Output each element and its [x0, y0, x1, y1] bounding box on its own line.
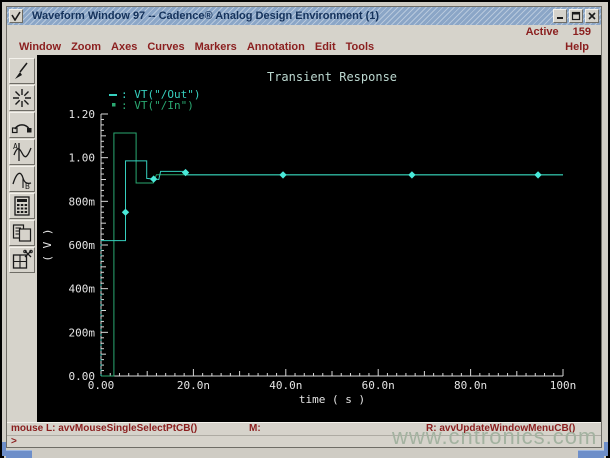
resize-handle-bottom-left[interactable] [6, 450, 32, 458]
waveform-window: Waveform Window 97 -- Cadence® Analog De… [0, 0, 610, 458]
vertical-marker-icon: A [13, 142, 32, 161]
menu-item-axes[interactable]: Axes [111, 41, 137, 53]
bottom-frame [4, 450, 606, 458]
window-frame: Waveform Window 97 -- Cadence® Analog De… [2, 2, 608, 458]
x-axis-label: time ( s ) [299, 393, 365, 406]
data-point-marker[interactable] [279, 171, 287, 179]
window-title: Waveform Window 97 -- Cadence® Analog De… [32, 10, 380, 22]
resize-handle-left-edge[interactable] [2, 442, 6, 456]
active-status-row: Active 159 [7, 25, 601, 38]
svg-text:600m: 600m [69, 239, 96, 252]
menu-bar: Window Zoom Axes Curves Markers Annotation Edi… [7, 38, 601, 55]
trace-VT("/In")[interactable] [101, 132, 563, 377]
resize-handle-right-edge[interactable] [604, 442, 608, 456]
curve-tool-button[interactable] [9, 112, 35, 138]
window-menu-button[interactable] [9, 9, 23, 23]
data-point-marker[interactable] [408, 171, 416, 179]
calculator-tool-button[interactable] [9, 193, 35, 219]
maximize-icon [571, 11, 581, 21]
minimize-button[interactable] [553, 9, 567, 23]
window-inner: Waveform Window 97 -- Cadence® Analog De… [6, 6, 602, 448]
menu-item-help[interactable]: Help [565, 38, 589, 55]
title-bar[interactable]: Waveform Window 97 -- Cadence® Analog De… [7, 7, 601, 25]
watermark: www.cntronics.com [392, 424, 598, 449]
prompt-symbol: > [11, 436, 17, 447]
close-button[interactable] [585, 9, 599, 23]
starburst-icon [13, 89, 31, 107]
zoom-fit-tool-button[interactable] [9, 85, 35, 111]
svg-text:400m: 400m [69, 283, 96, 296]
window-menu-check-icon [11, 11, 21, 21]
svg-text:40.0n: 40.0n [269, 379, 302, 392]
svg-text:200m: 200m [69, 326, 96, 339]
svg-text:800m: 800m [69, 195, 96, 208]
svg-text:20.0n: 20.0n [177, 379, 210, 392]
active-label: Active [525, 25, 559, 38]
plot-svg: 0.00 20.0n 40.0n 60.0n 80.0n 100n0.00200m400m… [41, 70, 577, 406]
main-area: A B 0.00 20.0n 40.0n 60.0n 80.0n 100n 0.… [7, 55, 601, 422]
menu-item-tools[interactable]: Tools [346, 41, 375, 53]
svg-text:60.0n: 60.0n [362, 379, 395, 392]
menu-item-edit[interactable]: Edit [315, 41, 336, 53]
maximize-button[interactable] [569, 9, 583, 23]
cut-window-icon [12, 249, 33, 269]
data-point-marker[interactable] [534, 171, 542, 179]
svg-text:100n: 100n [550, 379, 577, 392]
y-axis-label: ( V ) [41, 228, 54, 261]
svg-text:1.00: 1.00 [69, 152, 96, 165]
mouse-binding-middle: M: [249, 423, 261, 434]
trace-VT("/Out")[interactable] [101, 160, 563, 242]
menu-item-curves[interactable]: Curves [147, 41, 184, 53]
close-icon [588, 12, 596, 20]
arc-endpoints-icon [11, 124, 32, 134]
calculator-icon [14, 196, 30, 216]
data-point-marker[interactable] [121, 208, 130, 216]
svg-text:B: B [25, 182, 30, 191]
chart-title: Transient Response [267, 70, 397, 84]
vertical-marker-tool-button[interactable]: A [9, 139, 35, 165]
svg-text:0.00: 0.00 [69, 370, 96, 383]
brush-icon [15, 62, 28, 79]
cut-window-tool-button[interactable] [9, 247, 35, 273]
tool-palette: A B [7, 55, 37, 422]
svg-text:1.20: 1.20 [69, 108, 96, 121]
horizontal-marker-tool-button[interactable]: B [9, 166, 35, 192]
menu-item-zoom[interactable]: Zoom [71, 41, 101, 53]
brush-tool-button[interactable] [9, 58, 35, 84]
menu-item-annotation[interactable]: Annotation [247, 41, 305, 53]
copy-window-tool-button[interactable] [9, 220, 35, 246]
waveform-plot-area[interactable]: 0.00 20.0n 40.0n 60.0n 80.0n 100n 0.00 200m 400m… [37, 55, 601, 422]
legend-sample [112, 103, 116, 107]
resize-handle-bottom-right[interactable] [578, 450, 604, 458]
active-count: 159 [572, 25, 591, 38]
legend-sample [109, 94, 117, 96]
svg-text:80.0n: 80.0n [454, 379, 487, 392]
horizontal-marker-icon: B [12, 172, 32, 191]
copy-pages-icon [12, 224, 32, 242]
menu-item-markers[interactable]: Markers [195, 41, 237, 53]
menu-item-window[interactable]: Window [19, 41, 61, 53]
legend-entry[interactable]: : VT("/In") [121, 99, 194, 112]
mouse-binding-left: mouse L: avvMouseSingleSelectPtCB() [11, 423, 198, 434]
minimize-icon [557, 17, 563, 19]
